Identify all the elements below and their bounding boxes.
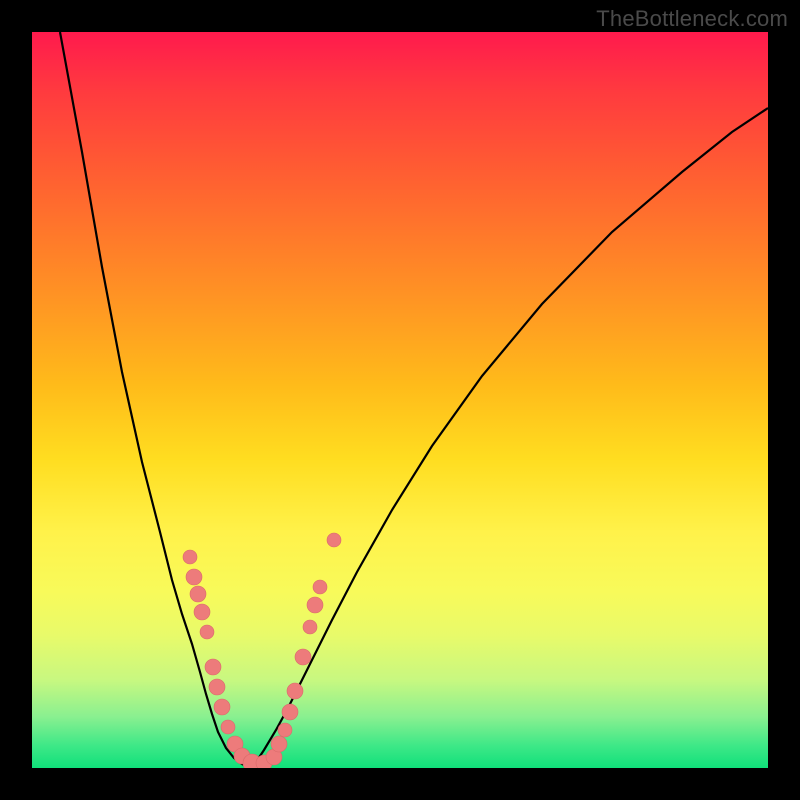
data-point [295,649,311,665]
data-point [307,597,323,613]
watermark-text: TheBottleneck.com [596,6,788,32]
data-point [287,683,303,699]
data-point [190,586,206,602]
chart-svg [32,32,768,768]
data-point [278,723,292,737]
data-point [303,620,317,634]
data-point [183,550,197,564]
plot-area [32,32,768,768]
data-point [327,533,341,547]
data-point [194,604,210,620]
data-point [313,580,327,594]
chart-frame: TheBottleneck.com [0,0,800,800]
data-point [214,699,230,715]
data-point [221,720,235,734]
data-point [209,679,225,695]
curve-left-branch [60,32,252,768]
data-point [200,625,214,639]
data-point [282,704,298,720]
data-point [205,659,221,675]
data-point [271,736,287,752]
curve-right-branch [252,108,768,768]
data-point [186,569,202,585]
